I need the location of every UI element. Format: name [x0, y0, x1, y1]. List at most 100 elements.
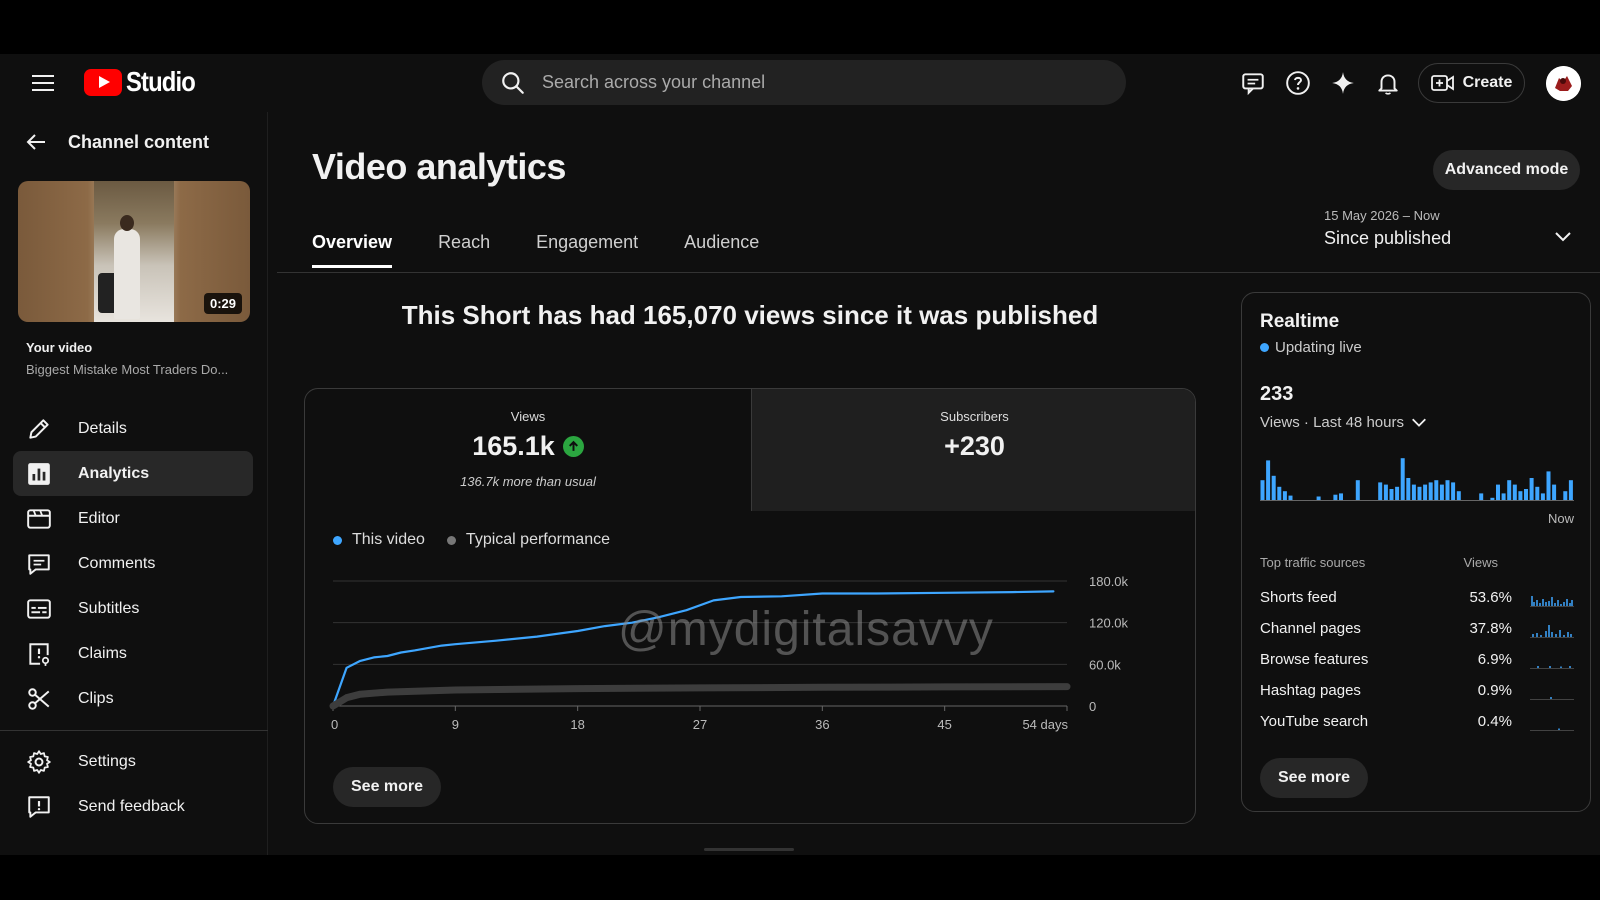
- traffic-source-pct: 6.9%: [1477, 651, 1512, 668]
- advanced-mode-button[interactable]: Advanced mode: [1433, 150, 1580, 190]
- realtime-bar: [1479, 493, 1484, 500]
- x-tick-label: 0: [331, 717, 338, 732]
- video-thumbnail[interactable]: 0:29: [18, 181, 250, 322]
- sidebar-nav: Details Analytics Editor Comments Subtit…: [13, 406, 253, 721]
- legend-this-video: This video: [333, 531, 425, 549]
- realtime-bar: [1260, 480, 1265, 500]
- date-range-selector[interactable]: 15 May 2026 – Now Since published: [1324, 208, 1451, 249]
- legend-label: This video: [352, 531, 425, 548]
- sidebar-item-send-feedback[interactable]: Send feedback: [13, 784, 253, 829]
- sidebar-item-analytics[interactable]: Analytics: [13, 451, 253, 496]
- search-input[interactable]: [542, 72, 1082, 93]
- realtime-bar: [1339, 493, 1343, 500]
- traffic-source-pct: 53.6%: [1469, 589, 1512, 606]
- tab-reach[interactable]: Reach: [438, 232, 490, 268]
- logo-text: Studio: [126, 66, 196, 97]
- sidebar-item-settings[interactable]: Settings: [13, 739, 253, 784]
- realtime-bar: [1417, 486, 1422, 500]
- realtime-bar: [1400, 458, 1405, 500]
- realtime-bar: [1490, 497, 1495, 500]
- traffic-sources-list: Shorts feed 53.6% Channel pages 37.8% Br…: [1260, 582, 1574, 737]
- sidebar-item-clips[interactable]: Clips: [13, 676, 253, 721]
- sidebar-item-editor[interactable]: Editor: [13, 496, 253, 541]
- tab-engagement[interactable]: Engagement: [536, 232, 638, 268]
- realtime-bar: [1406, 478, 1411, 500]
- traffic-source-pct: 37.8%: [1469, 620, 1512, 637]
- help-icon[interactable]: [1281, 66, 1315, 100]
- youtube-play-icon: [84, 68, 122, 96]
- traffic-row-channel-pages[interactable]: Channel pages 37.8%: [1260, 613, 1574, 644]
- chevron-down-icon[interactable]: [1553, 226, 1573, 251]
- realtime-bar: [1456, 491, 1461, 500]
- chart-legend: This video Typical performance: [333, 531, 610, 549]
- traffic-sparkline: [1530, 595, 1574, 607]
- sparkle-icon[interactable]: [1326, 66, 1360, 100]
- scroll-indicator[interactable]: [704, 848, 794, 851]
- legend-dot-blue: [333, 535, 342, 545]
- sidebar-item-comments[interactable]: Comments: [13, 541, 253, 586]
- subscribers-metric[interactable]: Subscribers +230: [751, 389, 1195, 511]
- realtime-bar: [1434, 480, 1439, 500]
- comments-icon: [28, 553, 50, 575]
- analytics-tabs: Overview Reach Engagement Audience: [312, 232, 759, 268]
- realtime-live-status: Updating live: [1260, 339, 1362, 356]
- realtime-bar: [1389, 489, 1394, 500]
- legend-dot-gray: [446, 535, 456, 545]
- realtime-bar-chart[interactable]: [1260, 451, 1574, 501]
- realtime-see-more-button[interactable]: See more: [1260, 758, 1369, 798]
- overview-card: Views 165.1k 136.7k more than usual Subs…: [304, 388, 1196, 824]
- series-line-typical: [329, 683, 1071, 710]
- letterbox-top: [0, 0, 1600, 54]
- messages-icon[interactable]: [1236, 66, 1270, 100]
- sidebar-item-subtitles[interactable]: Subtitles: [13, 586, 253, 631]
- create-label: Create: [1462, 74, 1513, 91]
- traffic-source-name: Shorts feed: [1260, 589, 1337, 606]
- sidebar-item-label: Send feedback: [78, 797, 185, 815]
- sidebar-item-claims[interactable]: Claims: [13, 631, 253, 676]
- sidebar-item-label: Details: [78, 419, 127, 437]
- views-comparison: 136.7k more than usual: [460, 474, 596, 489]
- search-icon: [502, 71, 524, 94]
- sidebar-item-label: Clips: [78, 689, 114, 707]
- realtime-bar: [1395, 486, 1400, 500]
- top-header: Studio Create: [0, 54, 1600, 112]
- avatar[interactable]: [1546, 66, 1581, 101]
- traffic-row-browse-features[interactable]: Browse features 6.9%: [1260, 644, 1574, 675]
- realtime-bar: [1535, 486, 1540, 500]
- analytics-icon: [28, 462, 50, 485]
- realtime-bar: [1333, 494, 1338, 500]
- sidebar-item-details[interactable]: Details: [13, 406, 253, 451]
- realtime-bar: [1411, 484, 1416, 500]
- traffic-source-pct: 0.4%: [1477, 713, 1512, 730]
- tab-overview[interactable]: Overview: [312, 232, 393, 268]
- notifications-bell-icon[interactable]: [1371, 66, 1405, 100]
- realtime-bar: [1288, 495, 1293, 500]
- y-tick-label: 180.0k: [1089, 574, 1129, 589]
- x-tick-label: 27: [693, 717, 707, 732]
- views-metric[interactable]: Views 165.1k 136.7k more than usual: [305, 389, 751, 511]
- back-to-channel-content[interactable]: Channel content: [24, 130, 209, 154]
- feedback-icon: [28, 795, 50, 818]
- x-tick-label: 54 days: [1022, 717, 1068, 732]
- realtime-bar: [1529, 478, 1534, 500]
- traffic-row-shorts-feed[interactable]: Shorts feed 53.6%: [1260, 582, 1574, 613]
- thumbnail-person: [114, 229, 140, 319]
- search-bar[interactable]: [482, 60, 1126, 105]
- traffic-row-youtube-search[interactable]: YouTube search 0.4%: [1260, 706, 1574, 737]
- sidebar-item-label: Claims: [78, 644, 127, 662]
- create-button[interactable]: Create: [1418, 63, 1525, 103]
- realtime-bar: [1428, 482, 1433, 500]
- subscribers-label: Subscribers: [940, 409, 1009, 424]
- period-label: Views · Last 48 hours: [1260, 413, 1404, 431]
- views-line-chart[interactable]: 0 60.0k 120.0k 180.0k 0 9 18 27 36 45 54 days: [305, 559, 1196, 759]
- pencil-icon: [29, 418, 49, 439]
- studio-logo[interactable]: Studio: [84, 66, 207, 98]
- realtime-period-selector[interactable]: Views · Last 48 hours: [1260, 413, 1428, 431]
- menu-icon[interactable]: [28, 68, 58, 98]
- see-more-button[interactable]: See more: [333, 767, 442, 807]
- arrow-up-icon: [562, 436, 584, 457]
- traffic-row-hashtag-pages[interactable]: Hashtag pages 0.9%: [1260, 675, 1574, 706]
- video-duration: 0:29: [203, 293, 242, 314]
- traffic-sparkline: [1530, 665, 1574, 669]
- tab-audience[interactable]: Audience: [684, 232, 759, 268]
